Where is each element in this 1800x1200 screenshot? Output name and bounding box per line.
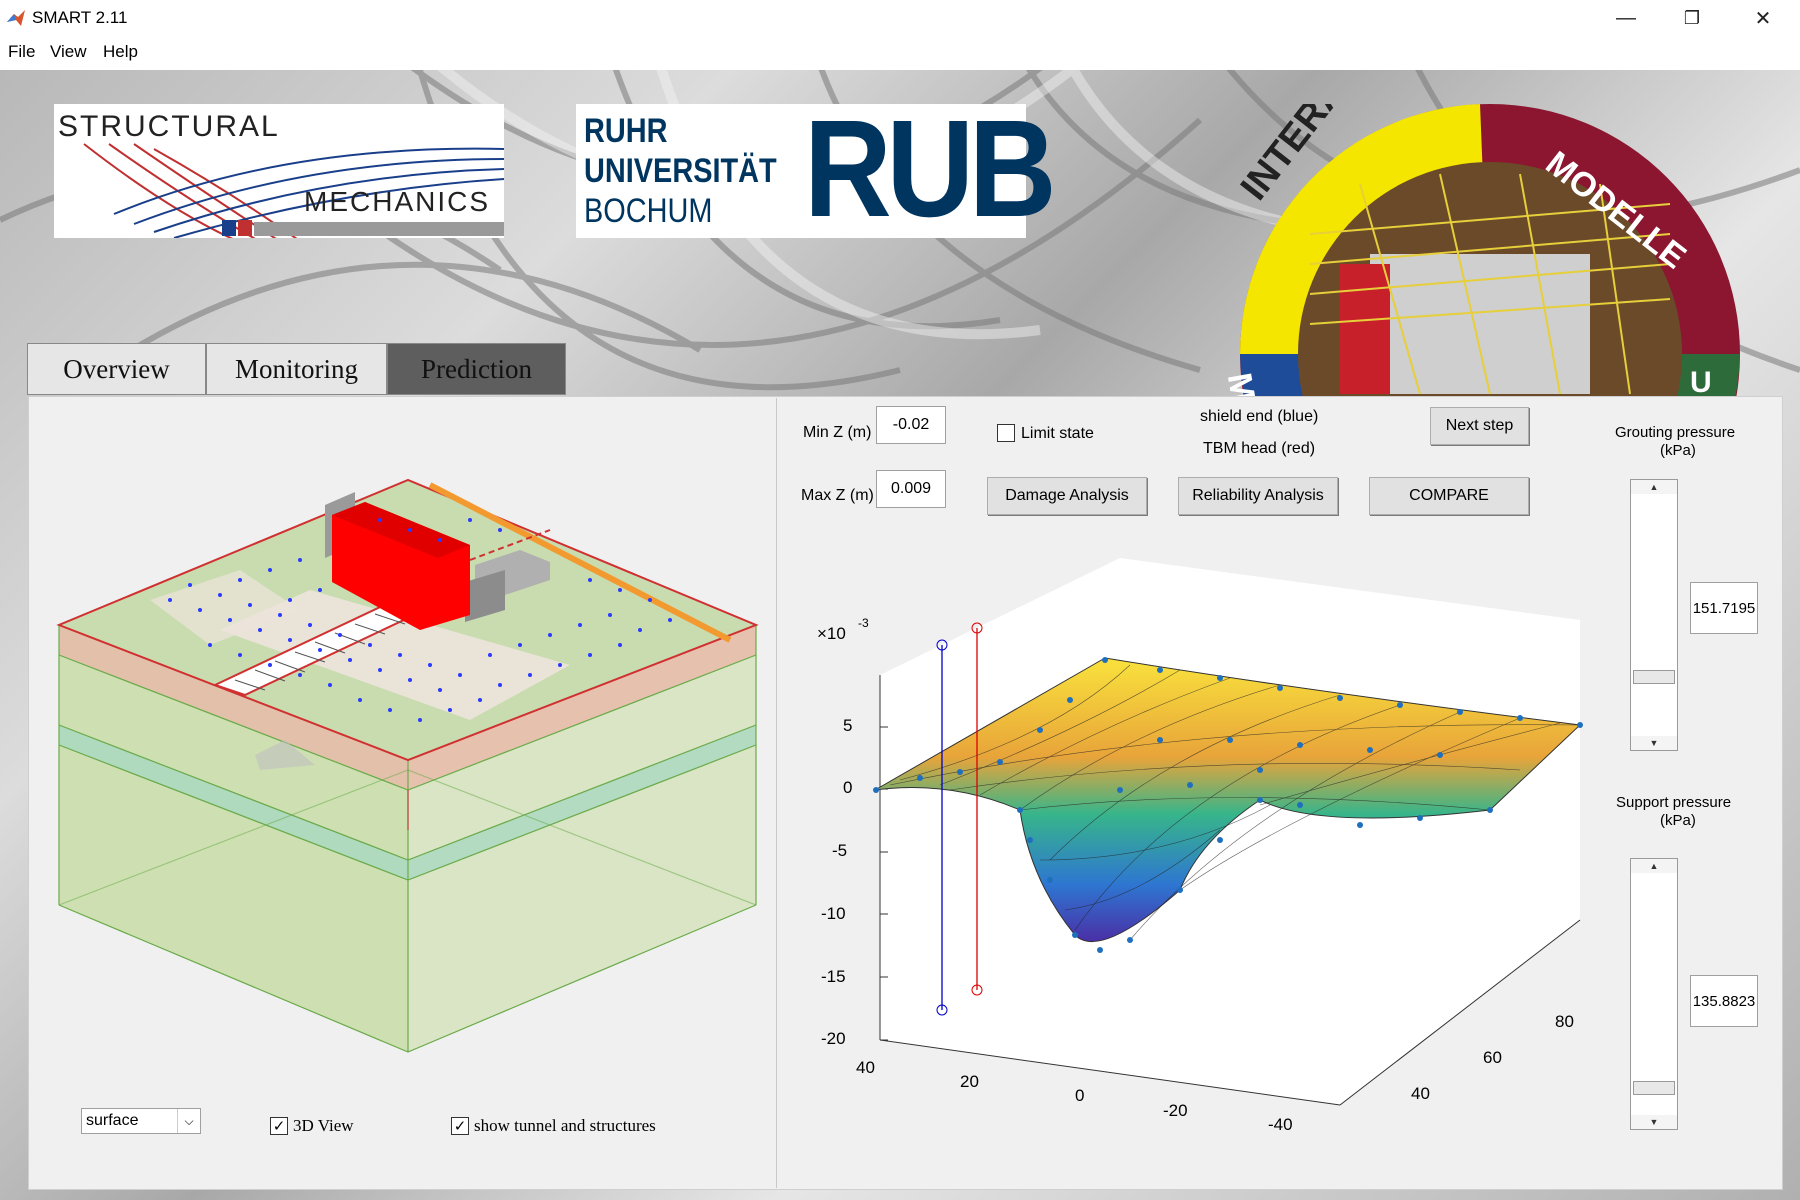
3d-view-label: 3D View [293,1116,354,1135]
view-select-dropdown[interactable]: surface ⌵ [81,1108,201,1134]
rub-line2: UNIVERSITÄT [584,152,777,190]
interaktions-modelle-logo: INTERAKTIONS- MODELLE MA U [1220,104,1760,396]
slider-up-icon[interactable]: ▲ [1631,480,1677,494]
logo-mechanics-text: MECHANICS [304,186,491,217]
grouting-pressure-value[interactable]: 151.7195 [1690,582,1758,634]
tab-monitoring[interactable]: Monitoring [206,343,387,395]
rub-mark: RUB [804,92,1057,246]
limit-state-checkbox[interactable] [997,424,1015,442]
limit-state-label: Limit state [1021,425,1094,442]
x-tick-label: -40 [1268,1115,1293,1134]
logo-structural-text: STRUCTURAL [58,110,280,143]
menu-view[interactable]: View [50,42,87,62]
3d-view-checkbox[interactable]: ✓ [270,1117,288,1135]
structural-mechanics-logo: STRUCTURAL MECHANICS [54,104,505,245]
grouting-pressure-slider[interactable]: ▲ ▼ [1630,479,1678,751]
slider-down-icon[interactable]: ▼ [1631,736,1677,750]
slider-up-icon[interactable]: ▲ [1631,859,1677,873]
reliability-analysis-button[interactable]: Reliability Analysis [1178,477,1338,515]
min-z-label: Min Z (m) [803,424,872,441]
y-tick-label: 40 [1411,1084,1430,1103]
max-z-label: Max Z (m) [801,487,874,504]
z-tick-label: 5 [843,716,853,735]
next-step-button[interactable]: Next step [1430,407,1529,445]
y-tick-label: 80 [1555,1012,1574,1031]
support-pressure-unit: (kPa) [1660,812,1696,829]
chevron-down-icon: ⌵ [177,1109,200,1133]
minimize-button[interactable]: — [1596,0,1656,36]
y-tick-label: 60 [1483,1048,1502,1067]
grouting-pressure-unit: (kPa) [1660,442,1696,459]
menu-file[interactable]: File [8,42,35,62]
z-tick-label: -5 [832,841,848,860]
shield-end-label: shield end (blue) [1200,408,1319,425]
x-tick-label: 20 [960,1072,979,1091]
show-tunnel-label: show tunnel and structures [474,1116,656,1135]
close-button[interactable]: ✕ [1733,0,1793,36]
min-z-input[interactable]: -0.02 [876,406,946,444]
matlab-icon [7,10,25,26]
grouting-pressure-label: Grouting pressure [1615,424,1736,441]
x-tick-label: 40 [856,1058,875,1077]
rub-line3: BOCHUM [584,192,713,230]
support-pressure-value[interactable]: 135.8823 [1690,975,1758,1027]
tbm-head-label: TBM head (red) [1203,440,1316,457]
z-tick-label: 0 [843,778,853,797]
slider-down-icon[interactable]: ▼ [1631,1115,1677,1129]
max-z-input[interactable]: 0.009 [876,470,946,508]
z-tick-label: -15 [821,967,846,986]
damage-analysis-button[interactable]: Damage Analysis [987,477,1147,515]
maximize-button[interactable]: ❐ [1662,0,1722,36]
x-tick-label: 0 [1075,1086,1085,1105]
support-pressure-label: Support pressure [1616,794,1732,811]
plot-axes-box [880,558,1580,1105]
grouting-slider-thumb[interactable] [1633,670,1675,684]
tab-prediction[interactable]: Prediction [387,343,566,395]
plot-exponent-base: ×10 [817,624,846,643]
z-tick-label: -10 [821,904,846,923]
compare-button[interactable]: COMPARE [1369,477,1529,515]
window-title: SMART 2.11 [32,8,128,27]
rub-logo: RUHR UNIVERSITÄT BOCHUM RUB [576,92,1057,246]
tab-overview[interactable]: Overview [27,343,206,395]
circle-text-u: U [1690,366,1712,396]
x-tick-label: -20 [1163,1101,1188,1120]
rub-line1: RUHR [584,112,668,150]
panel-divider [776,398,777,1188]
title-bar: SMART 2.11 — ❐ ✕ [0,0,1800,36]
menu-help[interactable]: Help [103,42,138,62]
z-tick-label: -20 [821,1029,846,1048]
menu-bar: File View Help ⇲ [0,36,1800,94]
support-slider-thumb[interactable] [1633,1081,1675,1095]
show-tunnel-checkbox[interactable]: ✓ [451,1117,469,1135]
support-pressure-slider[interactable]: ▲ ▼ [1630,858,1678,1130]
site-3d-view[interactable] [50,470,770,1060]
plot-exponent: -3 [858,616,869,630]
settlement-surface-plot[interactable] [800,540,1600,1180]
view-select-value: surface [86,1112,139,1129]
